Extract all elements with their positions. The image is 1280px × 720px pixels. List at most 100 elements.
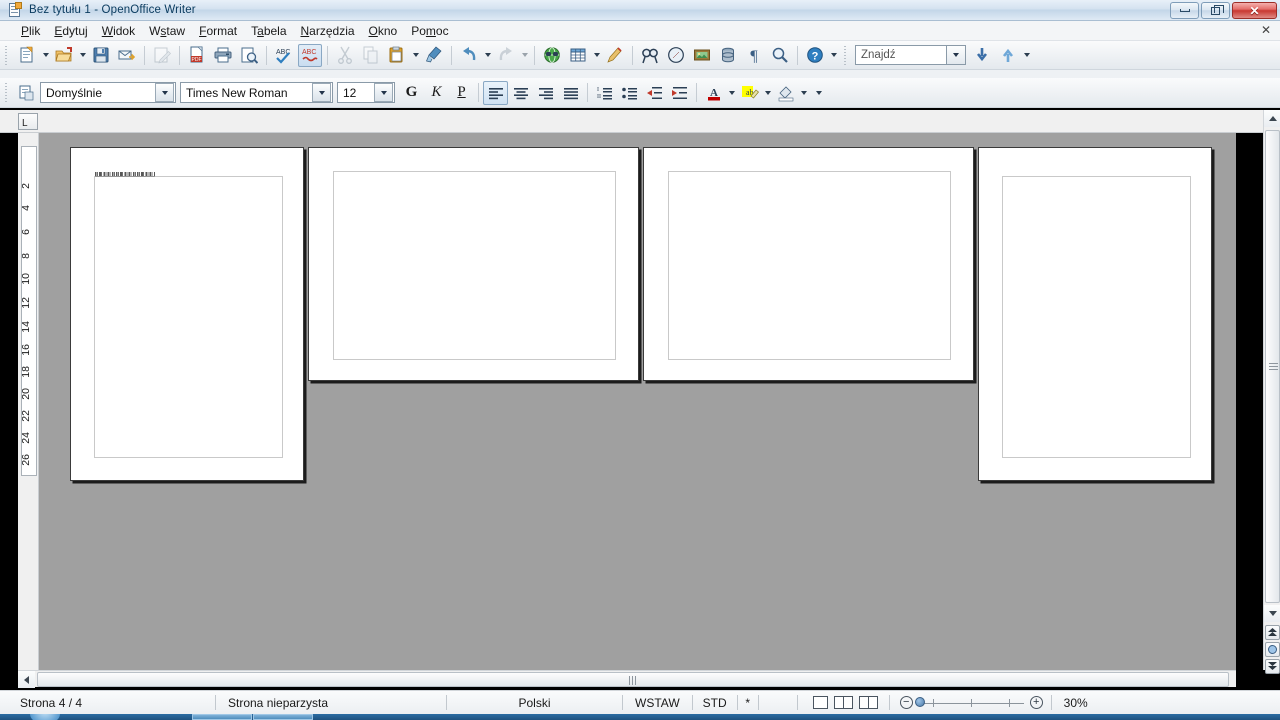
zoom-slider-knob[interactable] [914,696,925,707]
modified-indicator[interactable]: * [738,691,758,715]
edit-file-button[interactable] [150,44,174,67]
align-left-button[interactable] [483,80,508,105]
font-name-dropdown-icon[interactable] [312,83,331,102]
language-field[interactable]: Polski [447,691,622,715]
menu-format[interactable]: Format [192,22,244,40]
navigator-button[interactable] [664,44,688,67]
page-style-field[interactable]: Strona nieparzysta [216,691,446,715]
windows-taskbar[interactable] [0,714,1280,720]
zoom-in-button[interactable]: + [1029,696,1043,709]
zoom-level-field[interactable]: 30% [1052,691,1096,715]
redo-dropdown[interactable] [519,44,530,67]
clone-formatting-button[interactable] [422,44,446,67]
cut-button[interactable] [333,44,357,67]
font-size-dropdown-icon[interactable] [374,83,393,102]
page-4[interactable] [978,147,1212,481]
paste-dropdown[interactable] [410,44,421,67]
insert-table-dropdown[interactable] [591,44,602,67]
previous-page-button[interactable] [1265,625,1280,640]
close-button[interactable]: ✕ [1232,2,1277,19]
open-document-dropdown[interactable] [77,44,88,67]
gallery-button[interactable] [690,44,714,67]
zoom-out-button[interactable]: − [899,696,913,709]
menu-okno[interactable]: Okno [362,22,405,40]
text-frame[interactable] [1002,176,1191,458]
menu-pomoc[interactable]: Pomoc [404,22,455,40]
zoom-button[interactable] [768,44,792,67]
spelling-button[interactable]: ABC [272,44,296,67]
align-justified-button[interactable] [558,81,583,105]
background-color-button[interactable] [773,81,798,105]
unordered-list-button[interactable] [617,81,642,105]
horizontal-scroll-thumb[interactable] [37,672,1229,687]
decrease-indent-button[interactable] [642,81,667,105]
menu-edytuj[interactable]: Edytuj [47,22,94,40]
restore-button[interactable] [1201,2,1230,19]
undo-dropdown[interactable] [482,44,493,67]
italic-button[interactable]: K [424,81,449,105]
help-button[interactable]: ? [803,44,827,67]
vertical-ruler[interactable]: 2 4 6 8 10 12 14 16 18 20 22 24 26 [18,133,39,670]
paragraph-style-combo[interactable]: Domyślnie [40,82,176,103]
taskbar-item[interactable] [192,714,252,720]
background-color-dropdown[interactable] [798,81,809,104]
menu-narzedzia[interactable]: Narzędzia [294,22,362,40]
single-page-view-icon[interactable] [812,696,828,709]
autospellcheck-button[interactable]: ABC [298,43,322,67]
print-file-button[interactable] [211,44,235,67]
new-document-dropdown[interactable] [40,44,51,67]
increase-indent-button[interactable] [667,81,692,105]
tab-stop-selector[interactable]: L [18,113,38,130]
font-color-button[interactable]: A [701,81,726,105]
insert-table-button[interactable] [566,44,590,67]
save-document-button[interactable] [89,44,113,67]
standard-toolbar-overflow[interactable] [828,44,839,67]
page-count-field[interactable]: Strona 4 / 4 [0,691,215,715]
horizontal-ruler[interactable]: 2 4 6 8 10 12 14 16 18 [0,110,1280,244]
menu-wstaw[interactable]: Wstaw [142,22,192,40]
book-view-icon[interactable] [858,696,878,709]
print-preview-button[interactable] [237,44,261,67]
page-2[interactable] [308,147,639,381]
text-frame[interactable] [333,171,616,360]
text-frame[interactable] [94,172,283,458]
menu-plik[interactable]: Plik [14,22,47,40]
page-1[interactable] [70,147,304,481]
formatting-marks-button[interactable]: ¶ [742,44,766,67]
start-button[interactable] [30,714,60,720]
highlighting-color-button[interactable]: ab [737,81,762,105]
scroll-left-button[interactable] [18,671,35,688]
zoom-slider[interactable] [914,696,1024,710]
open-document-button[interactable] [52,44,76,67]
font-name-combo[interactable]: Times New Roman [180,82,333,103]
new-document-button[interactable] [15,44,39,67]
apply-style-icon[interactable] [15,81,39,104]
ordered-list-button[interactable]: I II [592,81,617,105]
find-dropdown-button[interactable] [947,45,966,65]
formatting-toolbar-overflow[interactable] [813,81,824,104]
find-replace-button[interactable] [638,44,662,67]
find-toolbar-grip[interactable] [843,45,850,65]
find-previous-button[interactable] [996,44,1020,67]
signature-field[interactable] [759,691,797,715]
navigation-button[interactable] [1265,642,1280,657]
menu-tabela[interactable]: Tabela [244,22,293,40]
highlighting-color-dropdown[interactable] [762,81,773,104]
vertical-ruler-track[interactable] [21,146,37,476]
data-sources-button[interactable] [716,44,740,67]
find-toolbar-overflow[interactable] [1021,44,1032,67]
align-right-button[interactable] [533,81,558,105]
minimize-button[interactable] [1170,2,1199,19]
bold-button[interactable]: G [399,81,424,105]
paste-button[interactable] [385,44,409,67]
scroll-down-button[interactable] [1264,605,1280,622]
hyperlink-button[interactable] [540,44,564,67]
email-document-button[interactable] [115,44,139,67]
find-next-button[interactable] [970,44,994,67]
vertical-scrollbar[interactable] [1263,110,1280,674]
show-draw-functions-button[interactable] [603,44,627,67]
close-document-button[interactable]: ✕ [1261,24,1271,36]
text-frame[interactable] [668,171,951,360]
multi-page-view-icon[interactable] [833,696,853,709]
taskbar-item[interactable] [253,714,313,720]
